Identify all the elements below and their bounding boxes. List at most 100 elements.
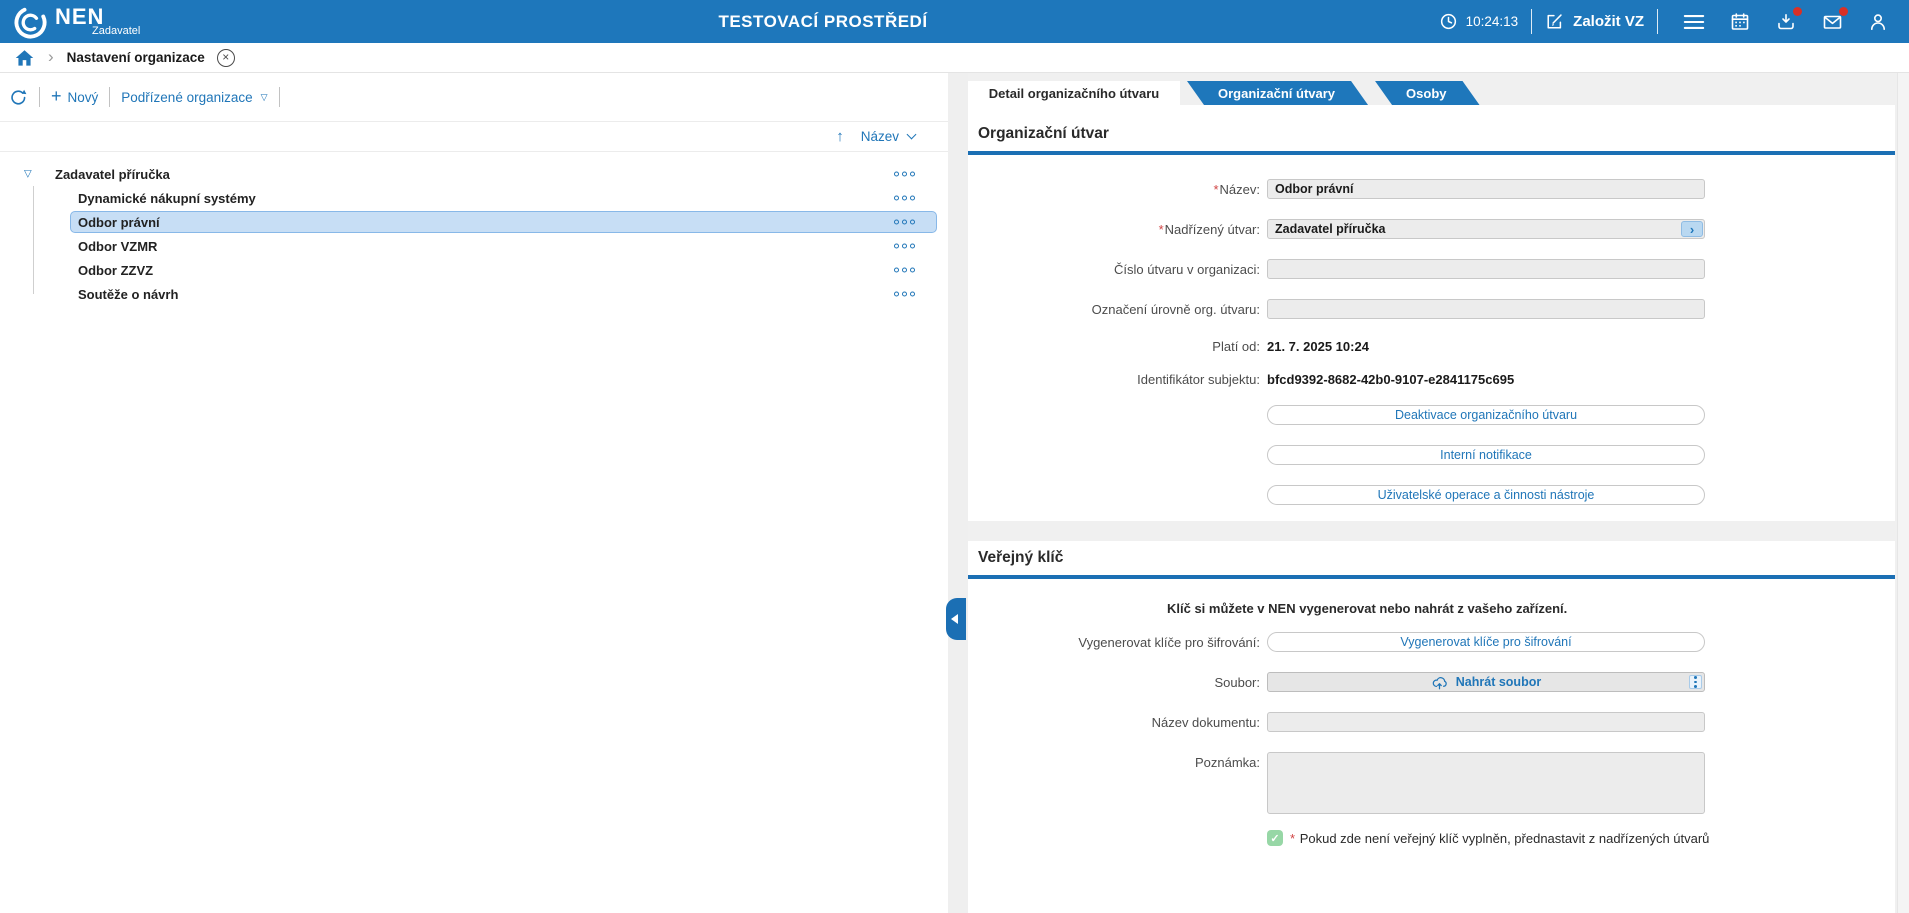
header-divider xyxy=(1657,9,1658,34)
breadcrumb-chevron-icon: › xyxy=(48,47,54,66)
plati-od-value: 21. 7. 2025 10:24 xyxy=(1267,339,1369,354)
field-label: Číslo útvaru v organizaci: xyxy=(1114,261,1260,277)
detail-form: *Název: *Nadřízený útvar: › Číslo útvaru… xyxy=(968,179,1895,505)
close-page-button[interactable]: × xyxy=(216,48,235,67)
nazev-input[interactable] xyxy=(1267,179,1705,199)
field-label: Identifikátor subjektu: xyxy=(1137,372,1260,387)
session-time: 10:24:13 xyxy=(1439,12,1519,31)
required-mark: * xyxy=(1158,221,1164,237)
sort-field-button[interactable]: Název xyxy=(861,129,917,144)
plus-icon: + xyxy=(51,86,62,106)
tree-item-label[interactable]: Odbor ZZVZ xyxy=(78,263,153,278)
form-row-soubor: Soubor: Nahrát soubor xyxy=(968,672,1895,692)
deaktivace-utvaru-button[interactable]: Deaktivace organizačního útvaru xyxy=(1267,405,1705,425)
tree-row[interactable]: Odbor ZZVZ xyxy=(0,258,948,282)
detail-panel: Detail organizačního útvaru Organizační … xyxy=(968,73,1909,913)
upload-file-button[interactable]: Nahrát soubor xyxy=(1267,672,1705,692)
form-row-nazev: *Název: xyxy=(968,179,1895,199)
poznamka-textarea[interactable] xyxy=(1267,752,1705,814)
chevron-right-icon: › xyxy=(1689,221,1695,237)
field-label: *Název: xyxy=(1213,181,1260,197)
clock-icon xyxy=(1440,13,1456,30)
row-context-menu-icon[interactable] xyxy=(894,267,915,273)
tab-detail-organizacniho-utvaru[interactable]: Detail organizačního útvaru xyxy=(968,81,1180,105)
scrollbar-track[interactable] xyxy=(1897,73,1909,913)
downloads-button[interactable] xyxy=(1769,5,1803,39)
form-row-nazev-dokumentu: Název dokumentu: xyxy=(968,712,1895,732)
environment-title: TESTOVACÍ PROSTŘEDÍ xyxy=(718,11,928,31)
field-label: *Nadřízený útvar: xyxy=(1158,221,1260,237)
form-row-cislo-utvaru: Číslo útvaru v organizaci: xyxy=(968,259,1895,279)
toolbar-divider xyxy=(109,87,111,107)
new-button-label: Nový xyxy=(67,89,99,105)
file-options-button[interactable] xyxy=(1689,675,1702,689)
tree-item-label[interactable]: Soutěže o návrh xyxy=(78,287,178,302)
tab-organizacni-utvary[interactable]: Organizační útvary xyxy=(1187,81,1368,105)
form-row-poznamka: Poznámka: xyxy=(968,752,1895,814)
download-tray-icon xyxy=(1778,13,1794,29)
scope-dropdown-label: Podřízené organizace xyxy=(121,89,253,105)
tree-row[interactable]: Odbor VZMR xyxy=(0,234,948,258)
time-value: 10:24:13 xyxy=(1465,14,1519,29)
tree-row[interactable]: ▽ Zadavatel příručka xyxy=(0,162,948,186)
open-record-button[interactable]: › xyxy=(1681,221,1703,237)
oznaceni-urovne-input[interactable] xyxy=(1267,299,1705,319)
check-icon: ✓ xyxy=(1270,832,1280,845)
tree-item-label[interactable]: Zadavatel příručka xyxy=(55,167,170,182)
messages-button[interactable] xyxy=(1815,5,1849,39)
create-vz-label: Založit VZ xyxy=(1573,13,1644,30)
section-underline xyxy=(968,575,1895,579)
calendar-button[interactable] xyxy=(1723,5,1757,39)
create-vz-button[interactable]: Založit VZ xyxy=(1545,12,1644,31)
form-row-nadrizeny-utvar: *Nadřízený útvar: › xyxy=(968,219,1895,239)
triangle-down-icon: ▽ xyxy=(260,91,268,102)
chevron-down-icon xyxy=(906,129,917,140)
breadcrumb: › Nastavení organizace × xyxy=(0,43,1909,73)
row-context-menu-icon[interactable] xyxy=(894,291,915,297)
scope-dropdown[interactable]: Podřízené organizace ▽ xyxy=(121,90,267,105)
sort-direction-button[interactable]: ↑ xyxy=(836,128,844,145)
required-mark: * xyxy=(1213,181,1219,197)
nadrizeny-utvar-input[interactable] xyxy=(1267,219,1705,239)
field-label: Poznámka: xyxy=(1194,755,1260,770)
field-label: Platí od: xyxy=(1212,339,1260,354)
new-button[interactable]: + Nový xyxy=(51,86,99,106)
tree-row-selected[interactable]: Odbor právní xyxy=(0,210,948,234)
section-title: Organizační útvar xyxy=(978,125,1109,142)
nen-logo[interactable]: NEN Zadavatel xyxy=(13,2,140,40)
form-row-action: Deaktivace organizačního útvaru xyxy=(968,405,1895,425)
field-label: Označení úrovně org. útvaru: xyxy=(1091,301,1260,317)
section-underline xyxy=(968,151,1895,155)
profile-button[interactable] xyxy=(1861,5,1895,39)
tree-row[interactable]: Soutěže o návrh xyxy=(0,282,948,306)
tree-item-label[interactable]: Odbor VZMR xyxy=(78,239,157,254)
tree-toolbar: + Nový Podřízené organizace ▽ xyxy=(0,73,948,122)
inherit-key-row: ✓ * Pokud zde není veřejný klíč vyplněn,… xyxy=(968,830,1895,846)
row-context-menu-icon[interactable] xyxy=(894,195,915,201)
inherit-key-checkbox[interactable]: ✓ xyxy=(1267,830,1283,846)
tree-item-label[interactable]: Odbor právní xyxy=(78,215,160,230)
header-divider xyxy=(1531,9,1533,34)
collapse-panel-handle[interactable] xyxy=(946,598,966,640)
interni-notifikace-button[interactable]: Interní notifikace xyxy=(1267,445,1705,465)
home-button[interactable] xyxy=(15,49,34,67)
tab-osoby[interactable]: Osoby xyxy=(1375,81,1479,105)
app-header: NEN Zadavatel TESTOVACÍ PROSTŘEDÍ 10:24:… xyxy=(0,0,1909,43)
tree-item-label[interactable]: Dynamické nákupní systémy xyxy=(78,191,256,206)
refresh-button[interactable] xyxy=(9,88,28,107)
generate-keys-button[interactable]: Vygenerovat klíče pro šifrování xyxy=(1267,632,1705,652)
row-context-menu-icon[interactable] xyxy=(894,243,915,249)
row-context-menu-icon[interactable] xyxy=(894,171,915,177)
logo-texts: NEN Zadavatel xyxy=(55,2,140,38)
nazev-dokumentu-input[interactable] xyxy=(1267,712,1705,732)
uzivatelske-operace-button[interactable]: Uživatelské operace a činnosti nástroje xyxy=(1267,485,1705,505)
field-label: Název dokumentu: xyxy=(1151,714,1260,730)
tree-row[interactable]: Dynamické nákupní systémy xyxy=(0,186,948,210)
form-row-generate: Vygenerovat klíče pro šifrování: Vygener… xyxy=(968,632,1895,652)
main-menu-button[interactable] xyxy=(1677,5,1711,39)
row-context-menu-icon[interactable] xyxy=(894,219,915,225)
chevron-left-icon xyxy=(951,614,958,624)
collapse-expander-icon[interactable]: ▽ xyxy=(24,169,32,180)
cislo-utvaru-input[interactable] xyxy=(1267,259,1705,279)
form-row-plati-od: Platí od: 21. 7. 2025 10:24 xyxy=(968,339,1895,354)
